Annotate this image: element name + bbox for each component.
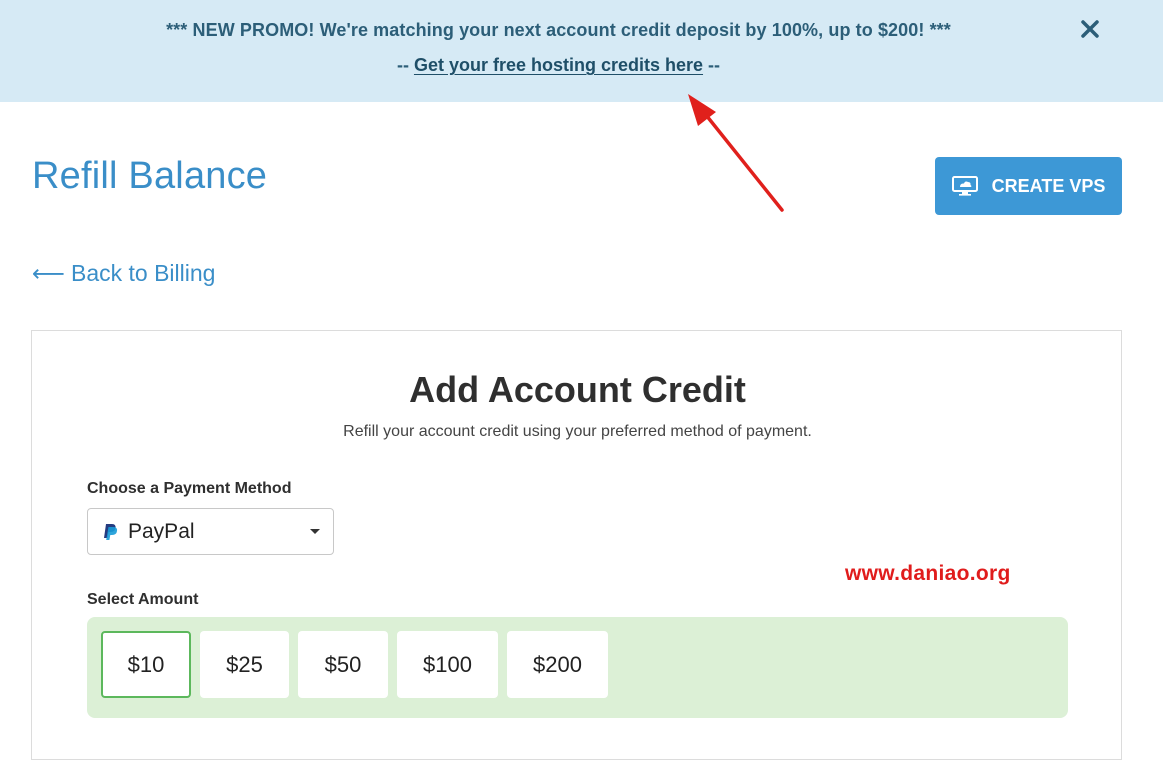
amount-option-50[interactable]: $50 (298, 631, 388, 698)
back-link-label: Back to Billing (70, 260, 216, 286)
amount-option-200[interactable]: $200 (507, 631, 608, 698)
select-amount-label: Select Amount (87, 591, 199, 608)
account-credit-card: Add Account Credit Refill your account c… (31, 330, 1122, 760)
card-subtitle: Refill your account credit using your pr… (343, 423, 812, 440)
amount-option-100[interactable]: $100 (397, 631, 498, 698)
amount-option-25[interactable]: $25 (200, 631, 289, 698)
payment-method-label: Choose a Payment Method (87, 480, 292, 497)
watermark-text: www.daniao.org (845, 562, 1011, 585)
create-vps-label: CREATE VPS (991, 175, 1106, 196)
close-button[interactable] (1075, 14, 1105, 44)
promo-link-prefix: -- (396, 55, 414, 75)
promo-text: *** NEW PROMO! We're matching your next … (166, 20, 951, 40)
monitor-cloud-icon (951, 176, 978, 196)
page-title: Refill Balance (32, 155, 268, 197)
promo-link-suffix: -- (703, 55, 721, 75)
close-icon (1081, 20, 1099, 38)
create-vps-button[interactable]: CREATE VPS (935, 157, 1122, 215)
payment-method-value: PayPal (128, 519, 195, 543)
chevron-down-icon (310, 529, 320, 534)
annotation-arrow-icon (688, 94, 784, 212)
payment-method-select[interactable]: PayPal (87, 508, 334, 555)
paypal-icon (104, 523, 118, 540)
arrow-left-icon: ⟵ (32, 260, 65, 286)
promo-link-line: -- Get your free hosting credits here -- (0, 55, 1117, 76)
card-title: Add Account Credit (409, 369, 746, 410)
free-credits-link[interactable]: Get your free hosting credits here (414, 55, 703, 75)
back-to-billing-link[interactable]: ⟵ Back to Billing (32, 260, 215, 287)
amount-option-10[interactable]: $10 (101, 631, 191, 698)
amount-options: $10 $25 $50 $100 $200 (87, 617, 1068, 718)
promo-banner: *** NEW PROMO! We're matching your next … (0, 0, 1163, 102)
